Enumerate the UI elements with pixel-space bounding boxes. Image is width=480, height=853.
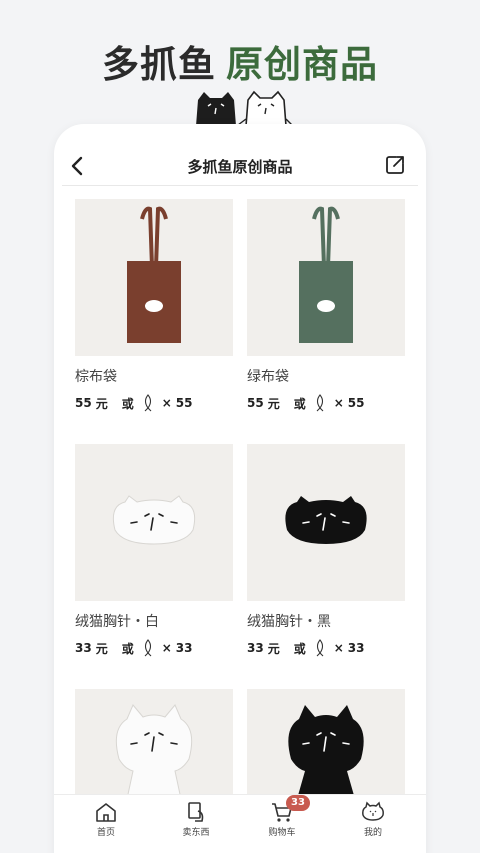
tab-label: 首页 [96,828,115,838]
cat-mascots-illustration [196,90,292,126]
product-card[interactable]: 绒猫胸针・白 33 元 或 × 33 [75,444,233,657]
product-price: 33 元 或 × 33 [75,639,233,657]
product-price: 55 元 或 × 55 [75,394,233,412]
sell-icon [188,802,204,822]
tab-home[interactable]: 首页 [76,801,136,838]
product-image-white-brooch [75,444,233,601]
price-cash: 55 [247,396,264,410]
price-times: × [333,396,344,410]
price-or: 或 [121,641,134,656]
product-card[interactable]: 棕布袋 55 元 或 × 55 [75,199,233,412]
cart-count-badge: 33 [286,795,310,811]
price-cash: 55 [75,396,92,410]
tote-bag-icon [127,206,181,343]
product-image-black-brooch [247,444,405,601]
product-card[interactable] [247,689,405,799]
product-image-white-plush [75,689,233,799]
product-name: 绿布袋 [247,369,289,385]
share-icon[interactable] [384,154,406,176]
product-image-brown-tote [75,199,233,356]
price-fish: 55 [175,396,193,410]
product-card[interactable] [75,689,233,799]
price-or: 或 [293,641,306,656]
price-unit: 元 [95,641,108,656]
price-fish: 33 [175,641,193,655]
tab-label: 我的 [363,828,382,838]
fish-icon [316,639,324,657]
fish-icon [316,394,324,412]
price-times: × [161,396,172,410]
navigation-bar: 多抓鱼原创商品 [54,146,426,186]
tab-label: 购物车 [268,828,296,838]
tote-bag-icon [299,206,353,343]
tab-sell[interactable]: 卖东西 [166,801,226,838]
price-fish: 55 [347,396,365,410]
product-price: 33 元 或 × 33 [247,639,405,657]
fish-icon [144,394,152,412]
navbar-divider [62,185,418,186]
tab-profile[interactable]: 我的 [343,801,403,838]
fish-icon [144,639,152,657]
price-fish: 33 [347,641,365,655]
cat-plush-icon [288,705,364,799]
product-name: 绒猫胸针・黑 [247,614,331,630]
price-unit: 元 [267,396,280,411]
cat-brooch-icon [112,495,196,545]
product-name: 棕布袋 [75,369,117,385]
product-card[interactable]: 绿布袋 55 元 或 × 55 [247,199,405,412]
hero-title: 多抓鱼 原创商品 [0,34,480,88]
price-unit: 元 [267,641,280,656]
home-icon [96,803,116,822]
product-image-green-tote [247,199,405,356]
price-or: 或 [293,396,306,411]
cat-profile-icon [362,801,384,821]
page-title: 多抓鱼原创商品 [187,158,293,176]
tab-cart[interactable]: 33 购物车 [252,795,312,838]
phone-frame: 多抓鱼原创商品 棕布袋 55 元 或 × 55 绿布袋 55 元 或 × 55 … [54,124,426,853]
price-cash: 33 [75,641,92,655]
price-or: 或 [121,396,134,411]
bottom-tab-bar: 首页 卖东西 33 购物车 我的 [54,794,426,853]
product-image-black-plush [247,689,405,799]
product-card[interactable]: 绒猫胸针・黑 33 元 或 × 33 [247,444,405,657]
price-times: × [333,641,344,655]
cat-plush-icon [115,704,193,799]
cat-brooch-icon [285,496,367,544]
price-unit: 元 [95,396,108,411]
tab-label: 卖东西 [182,828,210,838]
hero-title-brand: 多抓鱼 [102,43,216,86]
hero-title-highlight: 原创商品 [226,43,378,86]
price-cash: 33 [247,641,264,655]
product-name: 绒猫胸针・白 [75,614,159,630]
price-times: × [161,641,172,655]
product-price: 55 元 或 × 55 [247,394,405,412]
